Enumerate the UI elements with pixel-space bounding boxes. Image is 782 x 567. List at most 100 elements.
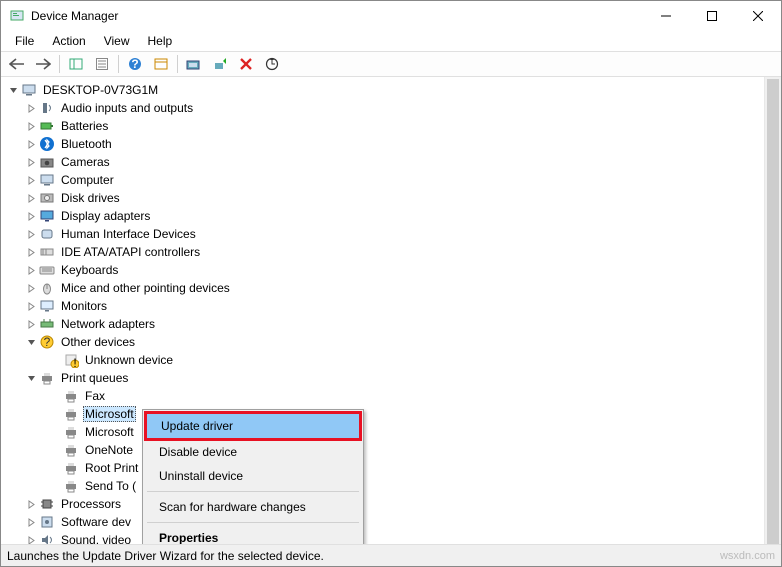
software-icon — [39, 514, 55, 530]
tree-device[interactable]: Send To ( — [1, 477, 781, 495]
chevron-right-icon[interactable] — [23, 158, 39, 167]
printer-icon — [63, 460, 79, 476]
tree-category-label: Network adapters — [59, 316, 157, 332]
tree-category-label: Disk drives — [59, 190, 122, 206]
uninstall-device-button[interactable] — [234, 53, 258, 75]
tree-category[interactable]: Display adapters — [1, 207, 781, 225]
tree-device-label: Microsoft — [83, 424, 136, 440]
chevron-down-icon[interactable] — [5, 86, 21, 95]
device-tree[interactable]: DESKTOP-0V73G1M Audio inputs and outputs… — [1, 77, 781, 544]
tree-category-label: Processors — [59, 496, 123, 512]
tree-category-label: Bluetooth — [59, 136, 114, 152]
tree-device[interactable]: Fax — [1, 387, 781, 405]
tree-category-label: Software dev — [59, 514, 133, 530]
svg-text:!: ! — [73, 356, 76, 368]
maximize-button[interactable] — [689, 1, 735, 31]
tree-device-label: Fax — [83, 388, 107, 404]
tree-device[interactable]: Microsoft — [1, 423, 781, 441]
tree-category[interactable]: Software dev — [1, 513, 781, 531]
tree-category-label: Print queues — [59, 370, 130, 386]
tree-category[interactable]: Mice and other pointing devices — [1, 279, 781, 297]
scrollbar-vertical[interactable] — [764, 77, 781, 544]
tree-category[interactable]: Network adapters — [1, 315, 781, 333]
ctx-update-driver[interactable]: Update driver — [144, 411, 362, 441]
ctx-disable-device[interactable]: Disable device — [145, 440, 361, 464]
enable-device-button[interactable] — [208, 53, 232, 75]
tree-category-label: IDE ATA/ATAPI controllers — [59, 244, 202, 260]
chevron-right-icon[interactable] — [23, 212, 39, 221]
tree-device-label: Unknown device — [83, 352, 175, 368]
ctx-properties[interactable]: Properties — [145, 526, 361, 544]
printer-icon — [63, 478, 79, 494]
properties-button[interactable] — [90, 53, 114, 75]
unknown-icon: ! — [63, 352, 79, 368]
chevron-right-icon[interactable] — [23, 230, 39, 239]
chevron-right-icon[interactable] — [23, 284, 39, 293]
chevron-right-icon[interactable] — [23, 122, 39, 131]
tree-category[interactable]: Audio inputs and outputs — [1, 99, 781, 117]
tree-device-label: Root Print — [83, 460, 140, 476]
chevron-right-icon[interactable] — [23, 500, 39, 509]
network-icon — [39, 316, 55, 332]
titlebar: Device Manager — [1, 1, 781, 31]
tree-category[interactable]: Human Interface Devices — [1, 225, 781, 243]
tree-category[interactable]: Processors — [1, 495, 781, 513]
ctx-uninstall-device[interactable]: Uninstall device — [145, 464, 361, 488]
chevron-right-icon[interactable] — [23, 518, 39, 527]
scan-hardware-button[interactable] — [260, 53, 284, 75]
tree-category[interactable]: Monitors — [1, 297, 781, 315]
tree-root[interactable]: DESKTOP-0V73G1M — [1, 81, 781, 99]
tree-root-label: DESKTOP-0V73G1M — [41, 82, 160, 98]
ctx-scan-hardware[interactable]: Scan for hardware changes — [145, 495, 361, 519]
tree-category[interactable]: Cameras — [1, 153, 781, 171]
chevron-right-icon[interactable] — [23, 248, 39, 257]
chevron-right-icon[interactable] — [23, 266, 39, 275]
chevron-right-icon[interactable] — [23, 536, 39, 545]
tree-category-label: Other devices — [59, 334, 137, 350]
tree-device[interactable]: Microsoft — [1, 405, 781, 423]
close-button[interactable] — [735, 1, 781, 31]
window-title: Device Manager — [31, 9, 643, 23]
camera-icon — [39, 154, 55, 170]
tree-category[interactable]: Bluetooth — [1, 135, 781, 153]
chevron-right-icon[interactable] — [23, 194, 39, 203]
back-button[interactable] — [5, 53, 29, 75]
context-menu: Update driver Disable device Uninstall d… — [142, 409, 364, 544]
tree-category[interactable]: Batteries — [1, 117, 781, 135]
chevron-right-icon[interactable] — [23, 104, 39, 113]
tree-category[interactable]: Computer — [1, 171, 781, 189]
forward-button[interactable] — [31, 53, 55, 75]
bluetooth-icon — [39, 136, 55, 152]
tree-category[interactable]: IDE ATA/ATAPI controllers — [1, 243, 781, 261]
show-hide-console-tree-button[interactable] — [64, 53, 88, 75]
chevron-down-icon[interactable] — [23, 374, 39, 383]
chevron-down-icon[interactable] — [23, 338, 39, 347]
chevron-right-icon[interactable] — [23, 320, 39, 329]
scrollbar-thumb[interactable] — [767, 79, 779, 544]
minimize-button[interactable] — [643, 1, 689, 31]
monitor-icon — [39, 298, 55, 314]
tree-category[interactable]: Print queues — [1, 369, 781, 387]
tree-category[interactable]: ?Other devices — [1, 333, 781, 351]
printer-icon — [63, 442, 79, 458]
menu-file[interactable]: File — [7, 32, 42, 50]
menu-view[interactable]: View — [96, 32, 138, 50]
tree-device[interactable]: OneNote — [1, 441, 781, 459]
statusbar: Launches the Update Driver Wizard for th… — [1, 544, 781, 566]
tree-category[interactable]: Disk drives — [1, 189, 781, 207]
tree-category-label: Monitors — [59, 298, 109, 314]
tree-category[interactable]: Sound, video — [1, 531, 781, 544]
view-button[interactable] — [149, 53, 173, 75]
tree-device[interactable]: ! Unknown device — [1, 351, 781, 369]
menu-help[interactable]: Help — [140, 32, 181, 50]
chevron-right-icon[interactable] — [23, 140, 39, 149]
chevron-right-icon[interactable] — [23, 302, 39, 311]
menu-action[interactable]: Action — [44, 32, 93, 50]
update-driver-button[interactable] — [182, 53, 206, 75]
tree-device-label: OneNote — [83, 442, 135, 458]
ide-icon — [39, 244, 55, 260]
help-button[interactable]: ? — [123, 53, 147, 75]
tree-category[interactable]: Keyboards — [1, 261, 781, 279]
chevron-right-icon[interactable] — [23, 176, 39, 185]
tree-device[interactable]: Root Print — [1, 459, 781, 477]
